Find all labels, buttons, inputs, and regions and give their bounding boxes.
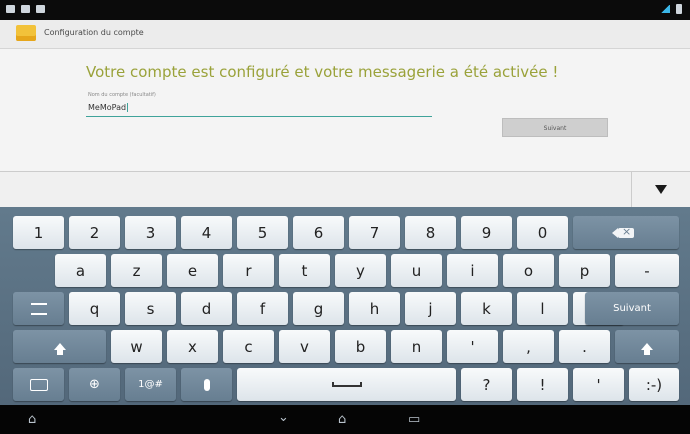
key-apostrophe[interactable]: '	[447, 330, 498, 363]
key-h[interactable]: h	[349, 292, 400, 325]
key-q[interactable]: q	[69, 292, 120, 325]
microphone-icon	[203, 378, 210, 391]
key-v[interactable]: v	[279, 330, 330, 363]
key-n[interactable]: n	[391, 330, 442, 363]
key-z[interactable]: z	[111, 254, 162, 287]
key-y[interactable]: y	[335, 254, 386, 287]
hide-keyboard-button[interactable]	[631, 172, 690, 208]
key-8[interactable]: 8	[405, 216, 456, 249]
key-j[interactable]: j	[405, 292, 456, 325]
keyboard-settings-key[interactable]	[13, 368, 64, 401]
key-x[interactable]: x	[167, 330, 218, 363]
globe-icon: ⊕	[89, 377, 100, 392]
key-0[interactable]: 0	[517, 216, 568, 249]
wifi-icon	[660, 5, 670, 13]
key-d[interactable]: d	[181, 292, 232, 325]
key-question[interactable]: ?	[461, 368, 512, 401]
back-nav-icon[interactable]: ⌄	[278, 410, 289, 425]
key-t[interactable]: t	[279, 254, 330, 287]
text-cursor	[127, 103, 129, 112]
shift-icon	[641, 343, 653, 355]
key-a[interactable]: a	[55, 254, 106, 287]
app-title: Configuration du compte	[44, 28, 144, 37]
notification-icon	[6, 5, 15, 13]
setup-headline: Votre compte est configuré et votre mess…	[86, 63, 559, 81]
tab-icon	[30, 302, 47, 315]
status-notification-icons	[6, 5, 45, 13]
key-2[interactable]: 2	[69, 216, 120, 249]
key-o[interactable]: o	[503, 254, 554, 287]
suggestion-bar	[0, 171, 690, 208]
tab-key[interactable]	[13, 292, 64, 325]
language-key[interactable]: ⊕	[69, 368, 120, 401]
key-f[interactable]: f	[237, 292, 288, 325]
next-button[interactable]: Suivant	[502, 118, 608, 137]
key-5[interactable]: 5	[237, 216, 288, 249]
status-system-icons	[660, 4, 682, 14]
key-k[interactable]: k	[461, 292, 512, 325]
back-nav-icon[interactable]: ⌂	[28, 412, 36, 427]
key-1[interactable]: 1	[13, 216, 64, 249]
recents-nav-icon[interactable]: ▭	[408, 412, 420, 427]
shift-right-key[interactable]	[615, 330, 679, 363]
notification-icon	[21, 5, 30, 13]
notification-icon	[36, 5, 45, 13]
setup-content: Votre compte est configuré et votre mess…	[0, 49, 690, 171]
key-g[interactable]: g	[293, 292, 344, 325]
next-action-key[interactable]: Suivant	[585, 292, 679, 325]
status-bar	[0, 0, 690, 20]
key-hyphen[interactable]: -	[615, 254, 679, 287]
voice-input-key[interactable]	[181, 368, 232, 401]
key-r[interactable]: r	[223, 254, 274, 287]
key-4[interactable]: 4	[181, 216, 232, 249]
key-3[interactable]: 3	[125, 216, 176, 249]
key-exclamation[interactable]: !	[517, 368, 568, 401]
shift-left-key[interactable]	[13, 330, 106, 363]
key-7[interactable]: 7	[349, 216, 400, 249]
space-key[interactable]	[237, 368, 456, 401]
key-i[interactable]: i	[447, 254, 498, 287]
key-s[interactable]: s	[125, 292, 176, 325]
action-bar: Configuration du compte	[0, 20, 690, 49]
key-9[interactable]: 9	[461, 216, 512, 249]
key-period[interactable]: .	[559, 330, 610, 363]
account-name-field[interactable]: MeMoPad	[86, 101, 432, 117]
key-comma[interactable]: ,	[503, 330, 554, 363]
keyboard: 1 2 3 4 5 6 7 8 9 0 a z e r t y u i o p …	[0, 207, 690, 405]
key-l[interactable]: l	[517, 292, 568, 325]
key-u[interactable]: u	[391, 254, 442, 287]
keyboard-settings-icon	[29, 378, 48, 391]
key-b[interactable]: b	[335, 330, 386, 363]
backspace-key[interactable]	[573, 216, 679, 249]
key-c[interactable]: c	[223, 330, 274, 363]
account-name-label: Nom du compte (facultatif)	[88, 92, 156, 98]
backspace-icon	[612, 225, 634, 238]
home-nav-icon[interactable]: ⌂	[338, 412, 346, 427]
key-p[interactable]: p	[559, 254, 610, 287]
key-smiley[interactable]: :-)	[629, 368, 679, 401]
space-icon	[331, 382, 362, 387]
key-quote[interactable]: '	[573, 368, 624, 401]
navigation-bar: ⌂ ⌄ ⌂ ▭	[0, 405, 690, 434]
key-e[interactable]: e	[167, 254, 218, 287]
key-6[interactable]: 6	[293, 216, 344, 249]
symbols-key[interactable]: 1@#	[125, 368, 176, 401]
account-name-value: MeMoPad	[88, 103, 127, 112]
shift-icon	[53, 343, 66, 355]
email-app-icon	[16, 25, 36, 41]
battery-icon	[676, 4, 682, 14]
key-w[interactable]: w	[111, 330, 162, 363]
hide-keyboard-icon	[655, 185, 667, 194]
